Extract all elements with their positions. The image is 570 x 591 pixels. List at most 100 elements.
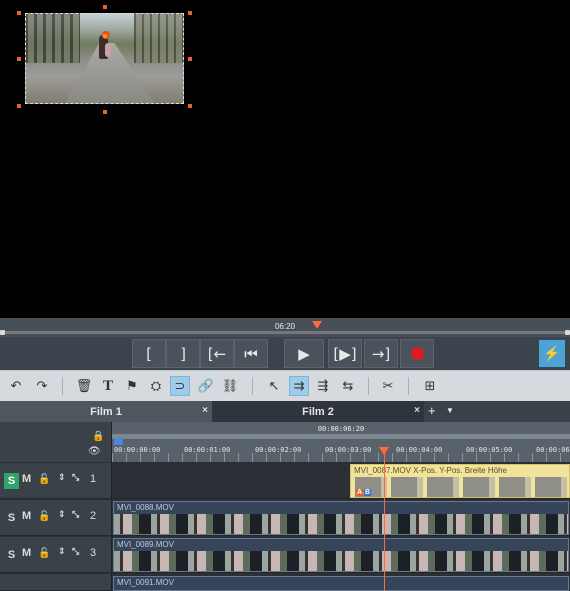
timeline: 🔒 👁 00:00:06:20 00:00:00:00 00:00:01:00 … [0, 422, 570, 591]
rotation-handle[interactable] [103, 34, 107, 38]
tab-label: Film 2 [302, 405, 334, 418]
record-button[interactable] [400, 339, 434, 368]
undo-icon[interactable]: ↶ [6, 376, 26, 396]
play-range-button[interactable]: [▶] [328, 339, 362, 368]
lock-icon[interactable]: 🔓 [38, 548, 50, 559]
tab-label: Film 1 [90, 405, 122, 418]
chevron-down-icon[interactable]: ▼ [446, 406, 454, 415]
mark-in-button[interactable]: [ [132, 339, 166, 368]
find-icon[interactable]: ⛭ [146, 376, 166, 396]
clip-mvi-0087[interactable]: MVI_0087.MOV X-Pos. Y-Pos. Breite Höhe A… [350, 464, 570, 498]
resize-handle-bottom-left[interactable] [17, 104, 21, 108]
clip-mvi-0089[interactable]: MVI_0089.MOV [113, 538, 569, 572]
mode-track-icon[interactable]: ⇉ [289, 376, 309, 396]
eye-icon[interactable]: 👁 [88, 446, 101, 457]
range-start-marker[interactable] [114, 438, 123, 445]
resize-handle-top[interactable] [103, 5, 107, 9]
lock-icon[interactable]: 🔒 [92, 431, 104, 442]
track-lane[interactable]: MVI_0087.MOV X-Pos. Y-Pos. Breite Höhe A… [112, 463, 570, 499]
go-to-out-button[interactable]: →] [364, 339, 398, 368]
delete-icon[interactable]: 🗑 [74, 376, 94, 396]
track-header: S M 🔓 ⇕ ⤡ 3 [0, 537, 112, 573]
solo-button[interactable]: S [4, 547, 19, 563]
scrub-track[interactable] [0, 330, 570, 335]
toolbar-divider [62, 377, 63, 395]
toolbar-divider [408, 377, 409, 395]
arrows-icon[interactable]: ⇕ [58, 547, 66, 557]
track-number: 2 [90, 510, 97, 522]
expand-icon[interactable]: ⤡ [72, 510, 79, 520]
project-tabs: Film 1 × Film 2 × + ▼ [0, 401, 570, 422]
expand-icon[interactable]: ⤡ [72, 473, 79, 483]
time-ruler[interactable]: 00:00:06:20 00:00:00:00 00:00:01:00 00:0… [112, 422, 570, 462]
badge-b: B [364, 489, 372, 496]
track-4: MVI_0091.MOV [0, 574, 570, 591]
transport-bar: [ ] [← ⏮ ▶ [▶] →] [0, 337, 570, 370]
edit-toolbar: ↶ ↷ 🗑 T ⚑ ⛭ ⊃ 🔗 ⛓ ↖ ⇉ ⇶ ⇆ ✂ ⊞ [0, 370, 570, 401]
track-header: S M 🔓 ⇕ ⤡ 2 [0, 500, 112, 536]
resize-handle-bottom[interactable] [103, 110, 107, 114]
solo-button[interactable]: S [4, 510, 19, 526]
resize-handle-left[interactable] [17, 57, 21, 61]
clip-thumbnails [114, 551, 568, 571]
tab-film-1[interactable]: Film 1 × [0, 401, 212, 422]
close-icon[interactable]: × [202, 405, 208, 416]
selection-frame[interactable] [25, 13, 184, 104]
expand-icon[interactable]: ⤡ [72, 547, 79, 557]
mark-out-button[interactable]: ] [166, 339, 200, 368]
track-lane[interactable]: MVI_0089.MOV [112, 537, 570, 573]
timeline-header-controls: 🔒 👁 [0, 422, 112, 462]
clip-title: MVI_0091.MOV [117, 578, 174, 587]
track-lane[interactable]: MVI_0091.MOV [112, 574, 570, 591]
resize-handle-top-right[interactable] [188, 11, 192, 15]
marker-icon[interactable]: ⚑ [122, 376, 142, 396]
record-icon [410, 347, 424, 360]
track-2: S M 🔓 ⇕ ⤡ 2 MVI_0088.MOV [0, 500, 570, 536]
mode-stretch-icon[interactable]: ⇆ [338, 376, 358, 396]
arrows-icon[interactable]: ⇕ [58, 473, 66, 483]
add-tab-icon[interactable]: + [428, 403, 436, 418]
solo-button[interactable]: S [4, 473, 19, 489]
pointer-icon[interactable]: ↖ [264, 376, 284, 396]
arrows-icon[interactable]: ⇕ [58, 510, 66, 520]
clip-mvi-0088[interactable]: MVI_0088.MOV [113, 501, 569, 535]
clip-mvi-0091[interactable]: MVI_0091.MOV [113, 576, 569, 591]
toolbar-divider [252, 377, 253, 395]
scrub-bar[interactable]: 06:20 [0, 318, 570, 337]
clip-title: MVI_0089.MOV [117, 540, 174, 549]
play-button[interactable]: ▶ [284, 339, 324, 368]
track-header: S M 🔓 ⇕ ⤡ 1 [0, 463, 112, 499]
mute-button[interactable]: M [22, 473, 31, 485]
lightning-icon: ⚡ [543, 345, 561, 361]
clip-title: MVI_0088.MOV [117, 503, 174, 512]
lock-icon[interactable]: 🔓 [38, 474, 50, 485]
scrub-end-knob[interactable] [565, 330, 570, 335]
scrub-position-marker[interactable] [312, 321, 322, 329]
previous-button[interactable]: ⏮ [234, 339, 268, 368]
lock-icon[interactable]: 🔓 [38, 511, 50, 522]
mute-button[interactable]: M [22, 547, 31, 559]
link-icon[interactable]: 🔗 [196, 376, 216, 396]
insert-icon[interactable]: ⊞ [420, 376, 440, 396]
text-icon[interactable]: T [98, 376, 118, 396]
magnet-icon[interactable]: ⊃ [170, 376, 190, 396]
playhead-line[interactable] [384, 448, 385, 591]
power-mode-button[interactable]: ⚡ [539, 340, 565, 367]
resize-handle-bottom-right[interactable] [188, 104, 192, 108]
cut-icon[interactable]: ✂ [378, 376, 398, 396]
mode-all-tracks-icon[interactable]: ⇶ [313, 376, 333, 396]
work-range[interactable] [112, 434, 570, 439]
track-3: S M 🔓 ⇕ ⤡ 3 MVI_0089.MOV [0, 537, 570, 573]
close-icon[interactable]: × [414, 405, 420, 416]
mute-button[interactable]: M [22, 510, 31, 522]
resize-handle-top-left[interactable] [17, 11, 21, 15]
go-to-in-button[interactable]: [← [200, 339, 234, 368]
scrub-start-knob[interactable] [0, 330, 5, 335]
resize-handle-right[interactable] [188, 57, 192, 61]
unlink-icon[interactable]: ⛓ [220, 376, 240, 396]
clip-thumbnails [114, 514, 568, 534]
playhead-marker[interactable] [379, 447, 389, 455]
tab-film-2[interactable]: Film 2 × [212, 401, 424, 422]
track-lane[interactable]: MVI_0088.MOV [112, 500, 570, 536]
redo-icon[interactable]: ↷ [32, 376, 52, 396]
